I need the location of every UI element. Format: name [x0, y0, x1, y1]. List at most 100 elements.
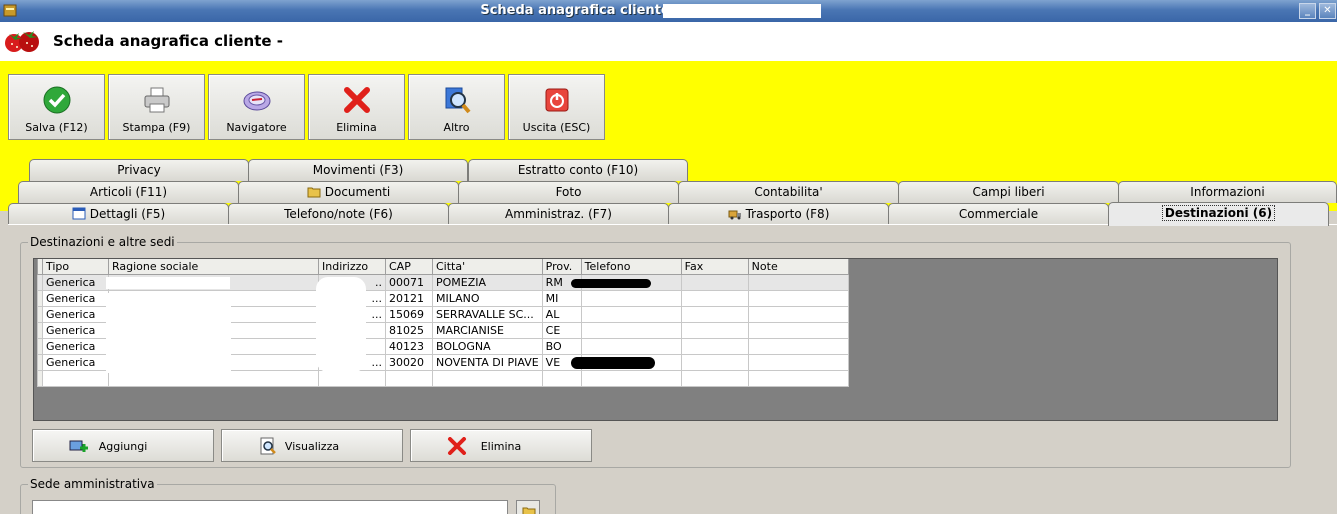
redacted-phone [571, 357, 655, 369]
col-header-tipo[interactable]: Tipo [42, 259, 109, 275]
exit-button[interactable]: Uscita (ESC) [508, 74, 605, 140]
print-label: Stampa (F9) [122, 121, 191, 134]
magnifier-icon [445, 87, 471, 114]
cell-note [747, 273, 849, 291]
more-button[interactable]: Altro [408, 74, 505, 140]
cell-telefono [580, 305, 682, 323]
cell-fax [680, 337, 749, 355]
tab-label: Contabilita' [754, 185, 823, 199]
cell-tipo: Generica [42, 337, 109, 355]
add-button[interactable]: Aggiungi [32, 429, 214, 462]
save-label: Salva (F12) [25, 121, 88, 134]
col-header-ragione-sociale[interactable]: Ragione sociale [108, 259, 319, 275]
sede-legend: Sede amministrativa [28, 477, 157, 491]
delete-button[interactable]: Elimina [308, 74, 405, 140]
col-header-fax[interactable]: Fax [680, 259, 749, 275]
redacted-addresses [316, 277, 366, 372]
tab-foto[interactable]: Foto [458, 181, 679, 203]
tab-dettagli[interactable]: Dettagli (F5) [8, 203, 229, 225]
tab-contabilita[interactable]: Contabilita' [678, 181, 899, 203]
cell-prov: MI [541, 289, 582, 307]
cell-tipo: Generica [42, 305, 109, 323]
tab-label: Movimenti (F3) [312, 163, 404, 177]
navigator-button[interactable]: Navigatore [208, 74, 305, 140]
delete-destination-button[interactable]: Elimina [410, 429, 592, 462]
calendar-icon [72, 207, 86, 220]
col-header-telefono[interactable]: Telefono [580, 259, 682, 275]
form-header: Scheda anagrafica cliente - [0, 22, 1337, 61]
col-header-indirizzo[interactable]: Indirizzo [318, 259, 386, 275]
folder-icon [307, 187, 321, 198]
tab-label: Campi liberi [972, 185, 1045, 199]
cell-citta: MILANO [432, 289, 543, 307]
tab-label: Articoli (F11) [89, 185, 168, 199]
print-button[interactable]: Stampa (F9) [108, 74, 205, 140]
tab-label: Foto [555, 185, 582, 199]
delete-label: Elimina [336, 121, 377, 134]
tab-privacy[interactable]: Privacy [29, 159, 249, 181]
cell-cap: 15069 [385, 305, 433, 323]
tab-commerciale[interactable]: Commerciale [888, 203, 1109, 225]
cell-citta: MARCIANISE [432, 321, 543, 339]
view-button[interactable]: Visualizza [221, 429, 403, 462]
cell-telefono [580, 321, 682, 339]
cell-empty [385, 369, 433, 387]
exit-label: Uscita (ESC) [522, 121, 591, 134]
check-icon [43, 86, 70, 114]
sede-input[interactable] [32, 500, 508, 514]
minimize-button[interactable]: _ [1299, 3, 1316, 19]
table-header-row: Tipo Ragione sociale Indirizzo CAP Citta… [37, 259, 849, 275]
tab-campi-liberi[interactable]: Campi liberi [898, 181, 1119, 203]
col-header-note[interactable]: Note [747, 259, 849, 275]
cell-telefono [580, 337, 682, 355]
tab-amministrazione[interactable]: Amministraz. (F7) [448, 203, 669, 225]
tab-telefono-note[interactable]: Telefono/note (F6) [228, 203, 449, 225]
cell-tipo: Generica [42, 273, 109, 291]
cell-note [747, 353, 849, 371]
tab-informazioni[interactable]: Informazioni [1118, 181, 1337, 203]
tab-estratto-conto[interactable]: Estratto conto (F10) [468, 159, 688, 181]
truck-icon [728, 210, 741, 220]
cell-cap: 30020 [385, 353, 433, 371]
close-button[interactable]: ✕ [1319, 3, 1336, 19]
cell-telefono [580, 289, 682, 307]
cell-empty [580, 369, 682, 387]
tab-trasporto[interactable]: Trasporto (F8) [668, 203, 889, 225]
cell-fax [680, 353, 749, 371]
cell-cap: 00071 [385, 273, 433, 291]
cell-empty [541, 369, 582, 387]
tab-documenti[interactable]: Documenti [238, 181, 459, 203]
col-header-cap[interactable]: CAP [385, 259, 433, 275]
navigator-label: Navigatore [226, 121, 287, 134]
cell-prov: AL [541, 305, 582, 323]
cell-note [747, 305, 849, 323]
save-button[interactable]: Salva (F12) [8, 74, 105, 140]
compass-icon [243, 91, 270, 111]
col-header-citta[interactable]: Citta' [432, 259, 543, 275]
strawberry-logo-icon [5, 31, 39, 52]
tab-label: Estratto conto (F10) [517, 163, 639, 177]
tab-label: Trasporto (F8) [745, 207, 830, 221]
cell-empty [432, 369, 543, 387]
cell-fax [680, 305, 749, 323]
cell-tipo: Generica [42, 353, 109, 371]
cell-fax [680, 273, 749, 291]
tab-articoli[interactable]: Articoli (F11) [18, 181, 239, 203]
window-title: Scheda anagrafica cliente - [480, 3, 680, 18]
tab-label: Privacy [117, 163, 161, 177]
page-title: Scheda anagrafica cliente - [53, 32, 283, 50]
cell-empty [318, 369, 386, 387]
tab-movimenti[interactable]: Movimenti (F3) [248, 159, 468, 181]
cell-note [747, 289, 849, 307]
tab-destinazioni[interactable]: Destinazioni (6) [1108, 202, 1329, 226]
cell-empty [680, 369, 749, 387]
cell-empty [42, 369, 109, 387]
redacted-name [106, 277, 230, 289]
cell-prov: CE [541, 321, 582, 339]
delete-x-icon [343, 87, 370, 113]
col-header-prov[interactable]: Prov. [541, 259, 582, 275]
cell-citta: NOVENTA DI PIAVE [432, 353, 543, 371]
cell-citta: BOLOGNA [432, 337, 543, 355]
sede-browse-button[interactable] [516, 500, 540, 514]
window-titlebar: Scheda anagrafica cliente - _ ✕ [0, 0, 1337, 22]
